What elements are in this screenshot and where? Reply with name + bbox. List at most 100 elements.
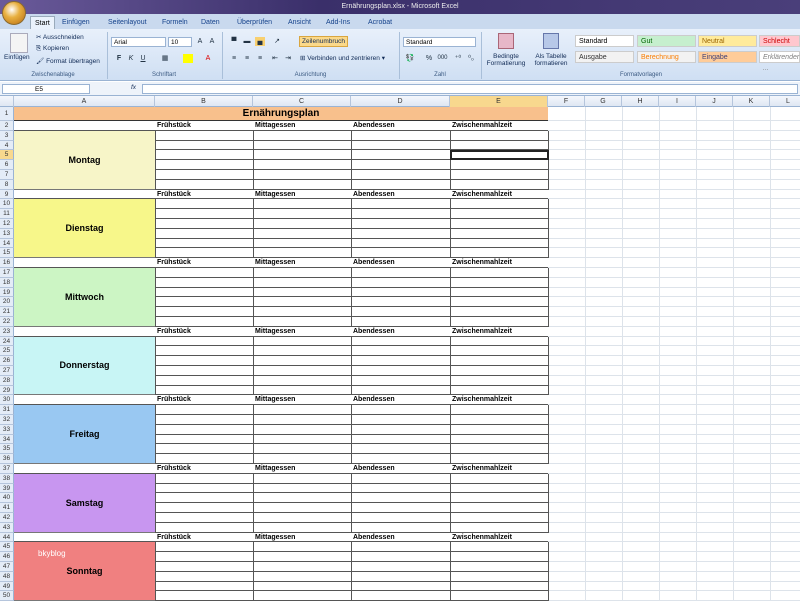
border-icon[interactable]: ▦ [160,54,170,63]
thousands-button[interactable]: 000 [436,54,449,63]
meal-cell[interactable] [450,366,549,376]
orientation-icon[interactable]: ↗ [272,37,282,46]
meal-cell[interactable] [155,542,254,553]
row-header-45[interactable]: 45 [0,542,14,553]
format-as-table-icon[interactable] [543,33,559,49]
meal-cell[interactable] [155,268,254,278]
column-header-J[interactable]: J [696,96,733,107]
meal-cell[interactable] [253,405,352,415]
row-header-25[interactable]: 25 [0,346,14,357]
meal-cell[interactable] [155,513,254,523]
meal-header[interactable]: Frühstück [157,122,191,129]
meal-header[interactable]: Frühstück [157,465,191,472]
row-header-10[interactable]: 10 [0,199,14,210]
row-header-29[interactable]: 29 [0,385,14,396]
meal-cell[interactable] [351,199,451,210]
meal-header[interactable]: Abendessen [353,122,395,129]
meal-cell[interactable] [253,248,352,259]
row-header-33[interactable]: 33 [0,424,14,435]
meal-header[interactable]: Mittagessen [255,396,295,403]
formula-input[interactable] [142,84,798,94]
meal-cell[interactable] [351,405,451,415]
meal-cell[interactable] [351,581,451,592]
meal-header[interactable]: Abendessen [353,465,395,472]
meal-cell[interactable] [351,346,451,357]
tab-8[interactable]: Acrobat [364,16,396,29]
font-color-icon[interactable]: A [203,54,213,63]
meal-cell[interactable] [450,130,549,141]
meal-cell[interactable] [155,346,254,357]
cell-style-2[interactable]: Neutral [698,35,757,47]
meal-cell[interactable] [450,513,549,523]
align-bottom-icon[interactable]: ▄ [255,37,265,46]
meal-cell[interactable] [450,277,549,288]
row-header-30[interactable]: 30 [0,395,14,406]
row-header-41[interactable]: 41 [0,503,14,513]
tab-3[interactable]: Formeln [158,16,192,29]
decrease-decimal-icon[interactable]: ⁰₀ [466,54,476,63]
meal-cell[interactable] [450,424,549,435]
row-header-5[interactable]: 5 [0,150,14,161]
meal-header[interactable]: Mittagessen [255,259,295,266]
meal-cell[interactable] [155,297,254,308]
cell-style-0[interactable]: Standard [575,35,634,47]
meal-cell[interactable] [450,170,549,180]
row-header-36[interactable]: 36 [0,454,14,464]
meal-cell[interactable] [155,130,254,141]
meal-header[interactable]: Zwischenmahlzeit [452,259,512,266]
meal-cell[interactable] [155,522,254,533]
meal-cell[interactable] [155,366,254,376]
meal-cell[interactable] [253,268,352,278]
meal-cell[interactable] [155,424,254,435]
tab-0[interactable]: Start [30,16,55,29]
meal-cell[interactable] [253,375,352,386]
meal-cell[interactable] [253,522,352,533]
meal-cell[interactable] [351,268,451,278]
row-header-46[interactable]: 46 [0,552,14,562]
meal-cell[interactable] [155,307,254,317]
cell-style-5[interactable]: Berechnung [637,51,696,63]
fill-color-icon[interactable] [183,54,193,63]
meal-cell[interactable] [450,238,549,249]
meal-cell[interactable] [155,228,254,239]
meal-cell[interactable] [155,248,254,259]
meal-cell[interactable] [155,356,254,366]
row-header-47[interactable]: 47 [0,562,14,572]
meal-header[interactable]: Mittagessen [255,122,295,129]
meal-cell[interactable] [253,513,352,523]
row-header-37[interactable]: 37 [0,464,14,474]
meal-cell[interactable] [351,454,451,464]
row-header-9[interactable]: 9 [0,189,14,200]
column-header-L[interactable]: L [770,96,800,107]
meal-cell[interactable] [253,562,352,572]
meal-cell[interactable] [253,454,352,464]
wrap-text-button[interactable]: Zeilenumbruch [299,36,348,47]
meal-cell[interactable] [450,307,549,317]
meal-cell[interactable] [253,307,352,317]
meal-cell[interactable] [155,473,254,484]
meal-cell[interactable] [253,581,352,592]
meal-header[interactable]: Abendessen [353,328,395,335]
tab-1[interactable]: Einfügen [58,16,94,29]
meal-cell[interactable] [155,170,254,180]
meal-header[interactable]: Abendessen [353,259,395,266]
column-header-H[interactable]: H [622,96,659,107]
meal-cell[interactable] [155,503,254,513]
meal-cell[interactable] [450,199,549,210]
meal-cell[interactable] [253,179,352,190]
meal-cell[interactable] [351,209,451,219]
paste-icon[interactable] [10,33,28,53]
meal-cell[interactable] [450,346,549,357]
meal-cell[interactable] [351,513,451,523]
row-header-26[interactable]: 26 [0,356,14,366]
meal-cell[interactable] [351,424,451,435]
meal-cell[interactable] [351,503,451,513]
meal-cell[interactable] [351,277,451,288]
meal-cell[interactable] [155,140,254,151]
meal-cell[interactable] [253,444,352,455]
meal-header[interactable]: Mittagessen [255,465,295,472]
meal-cell[interactable] [155,581,254,592]
meal-cell[interactable] [450,522,549,533]
column-header-D[interactable]: D [351,96,450,107]
meal-cell[interactable] [450,581,549,592]
